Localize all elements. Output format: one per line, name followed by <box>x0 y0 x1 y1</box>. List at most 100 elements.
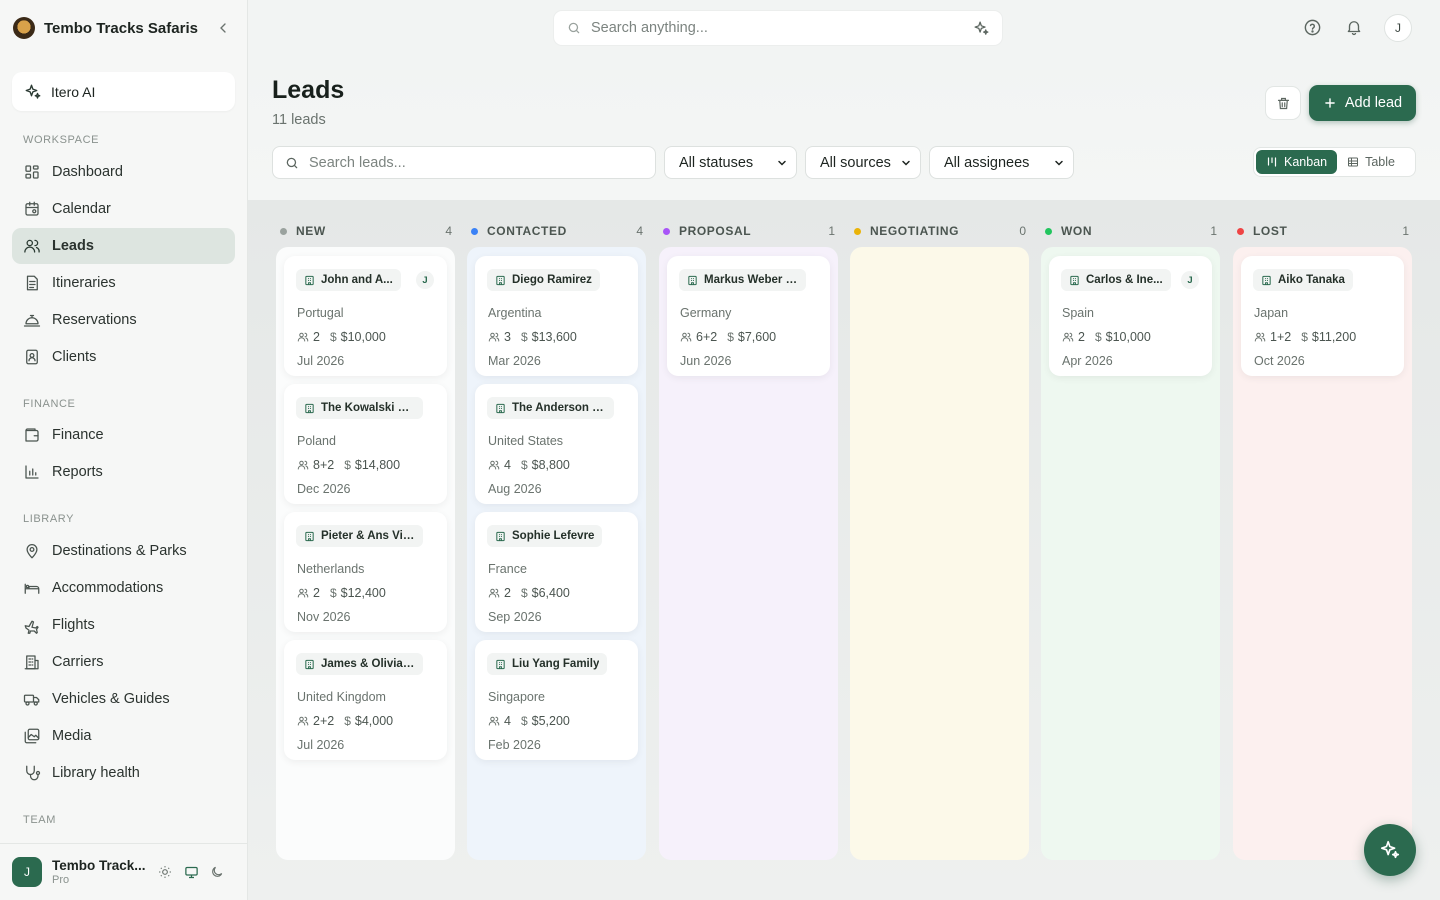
user-avatar[interactable]: J <box>1384 14 1412 42</box>
sidebar-item-carriers[interactable]: Carriers <box>12 644 235 680</box>
lead-name-chip: Pieter & Ans Visser <box>296 525 423 547</box>
column-negotiating[interactable] <box>850 247 1029 860</box>
profile-name: Tembo Track... <box>52 858 146 873</box>
lead-card[interactable]: James & Olivia H... United Kingdom 2+2 $ $4,… <box>284 640 447 760</box>
collapse-sidebar-button[interactable] <box>215 20 231 36</box>
sidebar-item-library-health[interactable]: Library health <box>12 755 235 791</box>
people-icon <box>297 716 309 726</box>
lead-meta: 8+2 $ $14,800 <box>297 458 400 472</box>
lead-name: Carlos & Ine... <box>1086 274 1163 286</box>
sidebar-item-reservations[interactable]: Reservations <box>12 302 235 338</box>
column-count: 0 <box>1019 224 1026 238</box>
source-filter[interactable]: All sources <box>805 146 921 179</box>
sidebar-item-media[interactable]: Media <box>12 718 235 754</box>
notifications-button[interactable] <box>1345 18 1363 36</box>
building-icon <box>1262 275 1271 285</box>
trash-button[interactable] <box>1265 86 1301 120</box>
lead-name-chip: The Anderson Fa... <box>487 397 614 419</box>
lead-budget: $8,800 <box>531 458 570 472</box>
lead-country: Singapore <box>488 690 545 704</box>
people-icon <box>1062 332 1074 342</box>
sidebar-item-vehicles-guides[interactable]: Vehicles & Guides <box>12 681 235 717</box>
lead-card[interactable]: Markus Weber Gr... Germany 6+2 $ $7,600 Jun 2… <box>667 256 830 376</box>
lead-budget: $5,200 <box>531 714 570 728</box>
add-lead-button[interactable]: Add lead <box>1309 85 1416 121</box>
help-button[interactable] <box>1303 18 1322 37</box>
sidebar-item-calendar[interactable]: Calendar <box>12 191 235 227</box>
column-won[interactable]: Carlos & Ine... J Spain 2 $ $10,000 Apr 2026 <box>1041 247 1220 860</box>
brand[interactable]: Tembo Tracks Safaris <box>13 16 235 40</box>
wallet-icon <box>25 428 39 442</box>
sidebar-item-destinations-parks[interactable]: Destinations & Parks <box>12 533 235 569</box>
column-lost[interactable]: Aiko Tanaka Japan 1+2 $ $11,200 Oct 2026 <box>1233 247 1412 860</box>
sidebar-item-accommodations[interactable]: Accommodations <box>12 570 235 606</box>
sidebar-item-finance[interactable]: Finance <box>12 417 235 453</box>
status-filter[interactable]: All statuses <box>664 146 797 179</box>
sidebar-item-label: Carriers <box>52 654 104 670</box>
bell-icon <box>1347 21 1361 36</box>
lead-name-chip: Aiko Tanaka <box>1253 269 1353 291</box>
lead-pax: 1+2 <box>1270 330 1292 344</box>
itero-ai-button[interactable]: Itero AI <box>12 72 235 111</box>
kanban-view-button[interactable]: Kanban <box>1256 150 1338 174</box>
lead-budget: $7,600 <box>737 330 777 344</box>
column-header-proposal: PROPOSAL 1 <box>663 222 835 240</box>
theme-switcher <box>156 863 226 881</box>
status-dot <box>854 227 861 235</box>
light-theme-button[interactable] <box>156 863 174 881</box>
table-icon <box>1348 157 1359 167</box>
people-icon <box>680 332 692 342</box>
sidebar-item-reports[interactable]: Reports <box>12 454 235 490</box>
lead-card[interactable]: The Kowalski Reu... Poland 8+2 $$14,800Dec … <box>284 384 447 504</box>
sidebar-item-clients[interactable]: Clients <box>12 339 235 375</box>
sidebar-item-dashboard[interactable]: Dashboard <box>12 154 235 190</box>
lead-card[interactable]: Sophie Lefevre France 2 $ $6,400 Sep 2026 <box>475 512 638 632</box>
profile-avatar[interactable]: J <box>12 857 42 887</box>
search-icon <box>568 22 580 34</box>
bed-icon <box>24 583 40 594</box>
dollar-icon: $ <box>1301 330 1308 344</box>
lead-card[interactable]: John and A... J Portugal 2 $ $10,000 Jul 2026 <box>284 256 447 376</box>
dashboard-icon <box>25 165 39 179</box>
assignee-avatar[interactable]: J <box>416 271 434 289</box>
assignee-avatar[interactable]: J <box>1181 271 1199 289</box>
lead-card[interactable]: Aiko Tanaka Japan 1+2 $ $11,200 Oct 2026 <box>1241 256 1404 376</box>
profile-info[interactable]: Tembo Track... Pro <box>52 858 150 886</box>
sidebar-item-itineraries[interactable]: Itineraries <box>12 265 235 301</box>
ai-search-button[interactable] <box>973 20 990 37</box>
column-proposal[interactable]: Markus Weber Gr... Germany 6+2 $ $7,600 Jun 2… <box>659 247 838 860</box>
building-icon <box>496 403 505 413</box>
global-search-input[interactable] <box>591 20 961 36</box>
bell-service-icon <box>23 314 41 327</box>
column-title: NEGOTIATING <box>870 224 960 238</box>
lead-budget: $11,200 <box>1311 330 1357 344</box>
lead-name-chip: The Kowalski Reu... <box>296 397 423 419</box>
lead-card[interactable]: Carlos & Ine... J Spain 2 $ $10,000 Apr 2026 <box>1049 256 1212 376</box>
lead-card[interactable]: Diego Ramirez Argentina 3 $ $13,600 Mar 2026 <box>475 256 638 376</box>
column-header-negotiating: NEGOTIATING 0 <box>854 222 1026 240</box>
profile-plan: Pro <box>52 874 70 886</box>
lead-budget: $12,400 <box>340 586 386 600</box>
section-workspace: WORKSPACE <box>23 134 100 146</box>
dark-theme-button[interactable] <box>208 863 226 881</box>
lead-card[interactable]: Liu Yang Family Singapore 4 $ $5,200 Feb 2026 <box>475 640 638 760</box>
ai-assistant-button[interactable] <box>1364 824 1416 876</box>
lead-date: Nov 2026 <box>297 610 351 624</box>
global-search[interactable] <box>553 10 1003 46</box>
lead-search-input[interactable] <box>309 154 639 171</box>
chevron-down-icon <box>778 160 786 166</box>
column-contacted[interactable]: Diego Ramirez Argentina 3 $ $13,600 Mar 2026 T… <box>467 247 646 860</box>
lead-card[interactable]: The Anderson Fa... United States 4 $ $8,800 A… <box>475 384 638 504</box>
lead-country: Poland <box>297 434 336 448</box>
lead-search[interactable] <box>272 146 656 179</box>
lead-card[interactable]: Pieter & Ans Visser Netherlands 2 $$12,400 N… <box>284 512 447 632</box>
column-new[interactable]: John and A... J Portugal 2 $ $10,000 Jul 2026 T… <box>276 247 455 860</box>
lead-meta: 2+2 $ $4,000 <box>297 714 393 728</box>
plane-icon <box>24 620 39 634</box>
sidebar-item-leads[interactable]: Leads <box>12 228 235 264</box>
assignee-filter[interactable]: All assignees <box>929 146 1074 179</box>
system-theme-button[interactable] <box>182 863 200 881</box>
table-view-button[interactable]: Table <box>1337 150 1405 174</box>
sidebar-item-flights[interactable]: Flights <box>12 607 235 643</box>
column-count: 1 <box>828 224 835 238</box>
